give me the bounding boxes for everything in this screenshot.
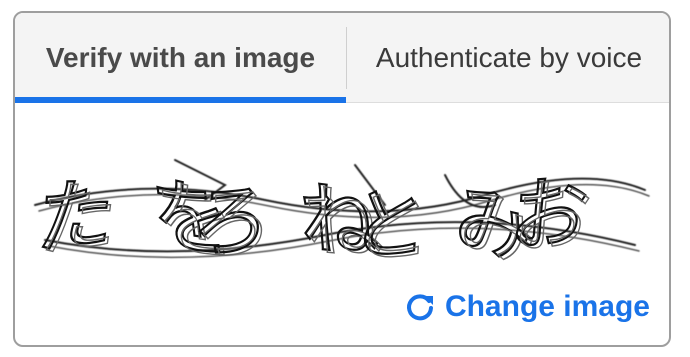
captcha-glyph: と <box>351 180 434 275</box>
captcha-glyph: お <box>510 167 596 266</box>
active-tab-indicator <box>15 97 346 103</box>
captcha-glyph: ろ <box>193 176 277 273</box>
tab-authenticate-voice-label: Authenticate by voice <box>375 42 643 73</box>
captcha-glyphs: たた ををろろ ねねとと みみおお <box>31 163 596 278</box>
captcha-image: たた ををろろ ねねとと みみおお <box>31 159 650 278</box>
captcha-glyph: た <box>35 169 122 270</box>
tab-bar: Verify with an image Authenticate by voi… <box>15 13 669 103</box>
refresh-icon <box>405 292 435 322</box>
tab-verify-image[interactable]: Verify with an image <box>15 13 346 103</box>
change-image-button[interactable]: Change image <box>405 290 650 324</box>
tab-verify-image-label: Verify with an image <box>45 42 316 73</box>
tab-authenticate-voice[interactable]: Authenticate by voice <box>347 13 669 103</box>
change-image-label: Change image <box>444 290 650 323</box>
captcha-widget: Verify with an image Authenticate by voi… <box>13 11 671 347</box>
